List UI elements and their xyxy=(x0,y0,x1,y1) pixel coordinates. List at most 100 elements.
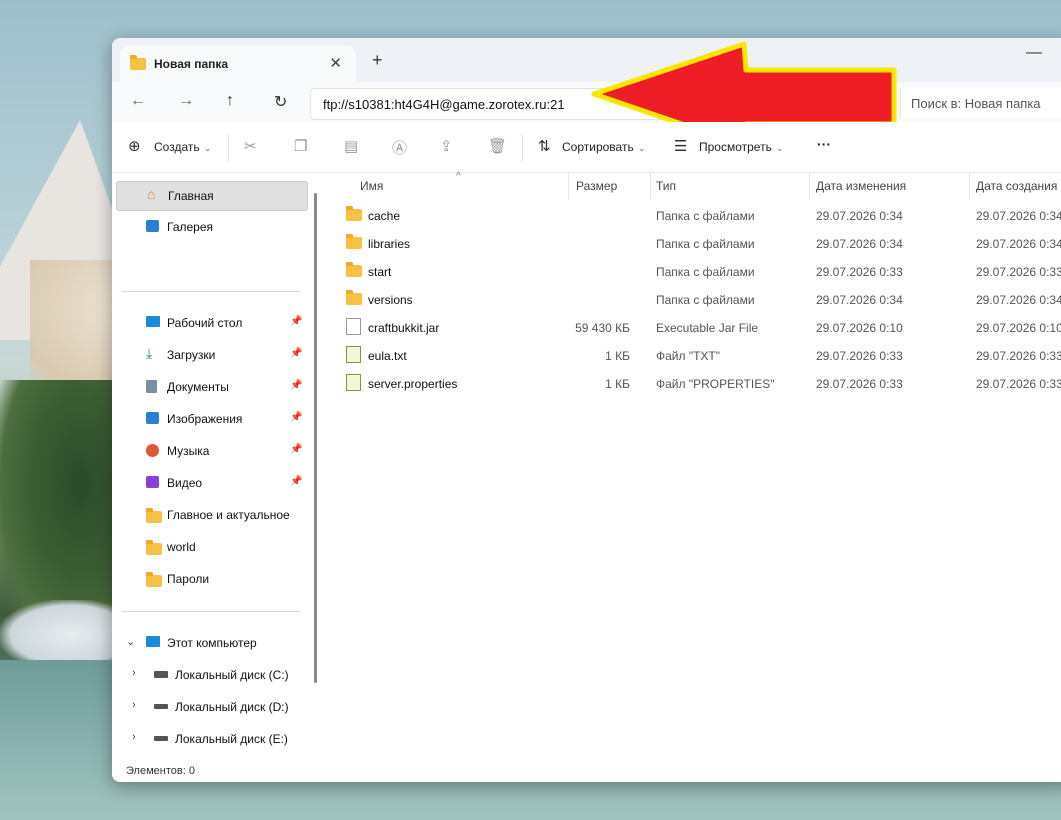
column-divider[interactable] xyxy=(650,173,651,199)
pin-icon[interactable]: 📌 xyxy=(290,412,302,423)
search-box[interactable]: Поиск в: Новая папка xyxy=(900,88,1061,118)
file-row[interactable]: eula.txt 1 КБ Файл "TXT" 29.07.2026 0:33… xyxy=(340,341,1061,369)
sort-button[interactable]: Сортировать xyxy=(562,140,634,154)
file-created: 29.07.2026 0:34 xyxy=(976,237,1061,251)
sidebar-item-downloads[interactable]: ⤓ Загрузки 📌 xyxy=(116,341,306,369)
sidebar-item-label: Главное и актуальное xyxy=(167,508,290,522)
drive-icon xyxy=(154,736,168,741)
jar-icon xyxy=(346,318,361,335)
folder-icon xyxy=(346,290,362,308)
file-type: Файл "PROPERTIES" xyxy=(656,377,775,391)
share-icon[interactable]: ⇪ xyxy=(440,137,453,155)
back-button[interactable]: ← xyxy=(130,92,146,110)
file-row[interactable]: server.properties 1 КБ Файл "PROPERTIES"… xyxy=(340,369,1061,397)
column-divider[interactable] xyxy=(969,173,970,199)
sidebar-item-main-folder[interactable]: Главное и актуальное xyxy=(116,501,306,529)
sidebar-item-label: Рабочий стол xyxy=(167,316,243,330)
sidebar-item-video[interactable]: Видео 📌 xyxy=(116,469,306,497)
view-button[interactable]: Просмотреть xyxy=(699,140,772,154)
gallery-icon xyxy=(146,220,159,232)
file-row[interactable]: start Папка с файлами 29.07.2026 0:33 29… xyxy=(340,257,1061,285)
status-bar: Элементов: 0 xyxy=(112,763,1061,782)
file-name: cache xyxy=(368,209,401,223)
tab-title: Новая папка xyxy=(154,57,229,71)
file-row[interactable]: craftbukkit.jar 59 430 КБ Executable Jar… xyxy=(340,313,1061,341)
column-header-modified[interactable]: Дата изменения xyxy=(816,179,906,193)
folder-icon xyxy=(346,262,362,280)
file-row[interactable]: cache Папка с файлами 29.07.2026 0:34 29… xyxy=(340,201,1061,229)
sidebar-item-drive-d[interactable]: › Локальный диск (D:) xyxy=(116,693,306,721)
file-name: versions xyxy=(368,293,413,307)
column-divider[interactable] xyxy=(809,173,810,199)
drive-icon xyxy=(154,704,168,709)
sidebar-divider xyxy=(122,291,300,292)
new-tab-button[interactable]: + xyxy=(372,50,383,71)
chevron-down-icon: ⌄ xyxy=(204,143,212,153)
copy-icon[interactable]: ❐ xyxy=(294,137,307,155)
file-created: 29.07.2026 0:34 xyxy=(976,293,1061,307)
toolbar-divider xyxy=(522,134,523,162)
sidebar-item-drive-e[interactable]: › Локальный диск (E:) xyxy=(116,725,306,753)
pin-icon[interactable]: 📌 xyxy=(290,444,302,455)
chevron-right-icon[interactable]: › xyxy=(132,731,136,743)
file-size: 1 КБ xyxy=(605,349,630,363)
file-row[interactable]: versions Папка с файлами 29.07.2026 0:34… xyxy=(340,285,1061,313)
file-created: 29.07.2026 0:33 xyxy=(976,265,1061,279)
pin-icon[interactable]: 📌 xyxy=(290,380,302,391)
chevron-down-icon: ⌄ xyxy=(776,143,784,153)
refresh-button[interactable]: ↻ xyxy=(274,92,287,112)
sidebar-item-this-pc[interactable]: ⌄ Этот компьютер xyxy=(116,629,306,657)
computer-icon xyxy=(146,636,160,647)
file-modified: 29.07.2026 0:34 xyxy=(816,209,903,223)
tab-new-folder[interactable]: Новая папка ✕ xyxy=(120,46,356,82)
file-row[interactable]: libraries Папка с файлами 29.07.2026 0:3… xyxy=(340,229,1061,257)
folder-icon xyxy=(146,508,162,526)
file-type: Папка с файлами xyxy=(656,209,755,223)
chevron-right-icon[interactable]: › xyxy=(132,699,136,711)
folder-icon xyxy=(346,234,362,252)
text-file-icon xyxy=(346,374,361,391)
forward-button[interactable]: → xyxy=(178,92,194,110)
chevron-right-icon[interactable]: › xyxy=(132,667,136,679)
rename-icon[interactable]: Ⓐ xyxy=(392,137,407,158)
create-button[interactable]: Создать xyxy=(154,140,200,154)
chevron-down-icon[interactable]: ⌄ xyxy=(126,635,135,648)
file-modified: 29.07.2026 0:10 xyxy=(816,321,903,335)
sidebar-item-gallery[interactable]: Галерея xyxy=(116,213,306,241)
column-header-created[interactable]: Дата создания xyxy=(976,179,1057,193)
sidebar-divider xyxy=(122,611,300,612)
pin-icon[interactable]: 📌 xyxy=(290,348,302,359)
sidebar-item-world[interactable]: world xyxy=(116,533,306,561)
minimize-button[interactable]: — xyxy=(1026,44,1042,62)
sidebar-item-drive-c[interactable]: › Локальный диск (C:) xyxy=(116,661,306,689)
column-header-name[interactable]: Имя xyxy=(360,179,383,193)
home-icon: ⌂ xyxy=(147,186,156,202)
arrow-shape xyxy=(591,41,897,130)
up-button[interactable]: ↑ xyxy=(226,92,234,110)
close-tab-icon[interactable]: ✕ xyxy=(329,54,342,72)
sidebar-scrollbar[interactable] xyxy=(314,193,317,683)
sidebar-item-documents[interactable]: Документы 📌 xyxy=(116,373,306,401)
sidebar-item-label: Локальный диск (C:) xyxy=(175,668,289,682)
cut-icon[interactable]: ✂ xyxy=(244,137,257,155)
column-header-type[interactable]: Тип xyxy=(656,179,676,193)
sidebar-item-passwords[interactable]: Пароли xyxy=(116,565,306,593)
paste-icon[interactable]: ▤ xyxy=(344,137,358,155)
pin-icon[interactable]: 📌 xyxy=(290,316,302,327)
sidebar-item-home[interactable]: ⌂ Главная xyxy=(116,181,308,211)
column-header-size[interactable]: Размер xyxy=(576,179,617,193)
sidebar-item-music[interactable]: Музыка 📌 xyxy=(116,437,306,465)
file-modified: 29.07.2026 0:33 xyxy=(816,377,903,391)
file-name: server.properties xyxy=(368,377,458,391)
folder-icon xyxy=(130,55,146,73)
more-options-button[interactable]: ··· xyxy=(817,136,831,152)
desktop-icon xyxy=(146,316,160,327)
documents-icon xyxy=(146,380,157,393)
sidebar-item-desktop[interactable]: Рабочий стол 📌 xyxy=(116,309,306,337)
file-created: 29.07.2026 0:33 xyxy=(976,377,1061,391)
sidebar-item-pictures[interactable]: Изображения 📌 xyxy=(116,405,306,433)
column-divider[interactable] xyxy=(568,173,569,199)
pin-icon[interactable]: 📌 xyxy=(290,476,302,487)
delete-icon[interactable]: 🗑 xyxy=(488,137,507,155)
file-size: 59 430 КБ xyxy=(575,321,630,335)
